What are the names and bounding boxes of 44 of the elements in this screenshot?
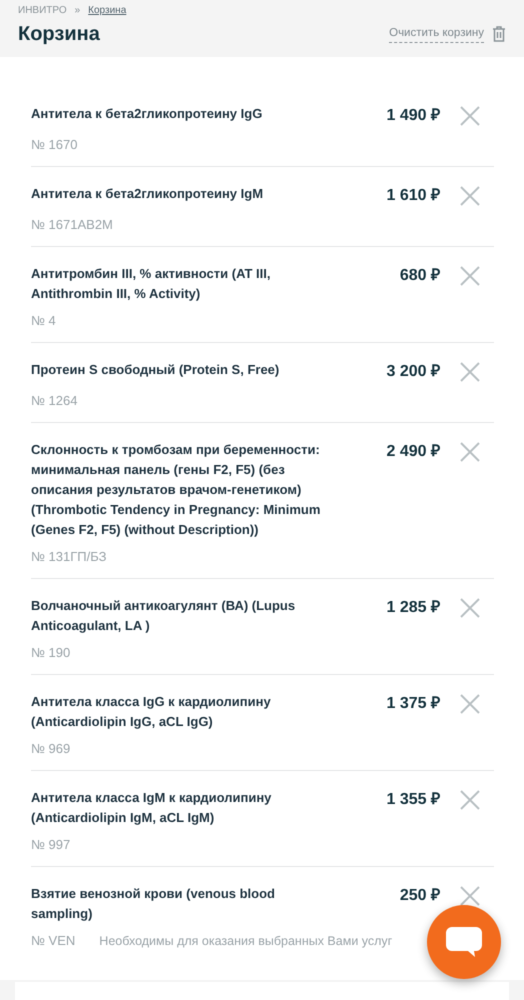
item-code: № 131ГП/БЗ xyxy=(31,548,106,566)
chat-bubble-icon xyxy=(444,924,484,960)
trash-icon[interactable] xyxy=(492,26,506,42)
clear-cart-link[interactable]: Очистить корзину xyxy=(389,24,484,44)
remove-button[interactable] xyxy=(459,692,481,714)
remove-button[interactable] xyxy=(459,596,481,618)
item-code: № 969 xyxy=(31,740,70,758)
item-price: 1 355 ₽ xyxy=(386,790,440,810)
item-price: 2 490 ₽ xyxy=(386,442,440,462)
remove-button[interactable] xyxy=(459,884,481,906)
breadcrumb-separator: » xyxy=(74,4,80,18)
item-name: Антитела класса IgG к кардиолипину (Anticardiolipin IgG, aCL IgG) xyxy=(31,693,272,731)
item-price: 1 375 ₽ xyxy=(386,694,440,714)
item-code: № 997 xyxy=(31,836,70,854)
remove-button[interactable] xyxy=(459,264,481,286)
item-price: 1 285 ₽ xyxy=(386,598,440,618)
remove-button[interactable] xyxy=(459,184,481,206)
page-title: Корзина xyxy=(18,22,100,46)
item-code: № 1670 xyxy=(31,136,78,154)
breadcrumb-link[interactable]: ИНВИТРО xyxy=(18,3,67,18)
remove-button[interactable] xyxy=(459,104,481,126)
item-price: 680 ₽ xyxy=(398,266,440,286)
item-code: № 1671AB2M xyxy=(31,216,113,234)
remove-button[interactable] xyxy=(459,440,481,462)
item-code: № 1264 xyxy=(31,392,78,410)
item-code: № 4 xyxy=(31,312,56,330)
item-name: Антитела класса IgM к кардиолипину (Anticardiolipin IgM, aCL IgM) xyxy=(31,789,272,827)
item-price: 1 490 ₽ xyxy=(386,106,440,126)
item-name: Взятие венозной крови (venous blood sampling) xyxy=(31,885,276,923)
remove-button[interactable] xyxy=(459,360,481,382)
item-price: 3 200 ₽ xyxy=(386,362,440,382)
item-name: Антитела к бета2гликопротеину IgG xyxy=(31,105,264,123)
item-price: 250 ₽ xyxy=(398,886,440,906)
breadcrumb-link[interactable]: Корзина xyxy=(88,3,126,18)
item-code: № 190 xyxy=(31,644,70,662)
item-name: Антитромбин III, % активности (AT III, Antithrombin III, % Activity) xyxy=(31,265,272,303)
item-price: 1 610 ₽ xyxy=(386,186,440,206)
item-note: Необходимы для оказания выбранных Вами услуг xyxy=(99,933,392,950)
remove-button[interactable] xyxy=(459,788,481,810)
item-code: № VEN xyxy=(31,932,76,950)
item-name: Антитела к бета2гликопротеину IgM xyxy=(31,185,264,203)
item-name: Протеин S свободный (Protein S, Free) xyxy=(31,361,280,379)
item-name: Склонность к тромбозам при беременности: минимальная панель (гены F2, F5) (без описания результатов врачом-генетиком) (Thrombotic Tendency in Pregnancy: Minimum (Genes F2, F5) (without Description)) xyxy=(31,441,322,539)
item-name: Волчаночный антикоагулянт (ВА) (Lupus Anticoagulant, LA ) xyxy=(31,597,296,635)
